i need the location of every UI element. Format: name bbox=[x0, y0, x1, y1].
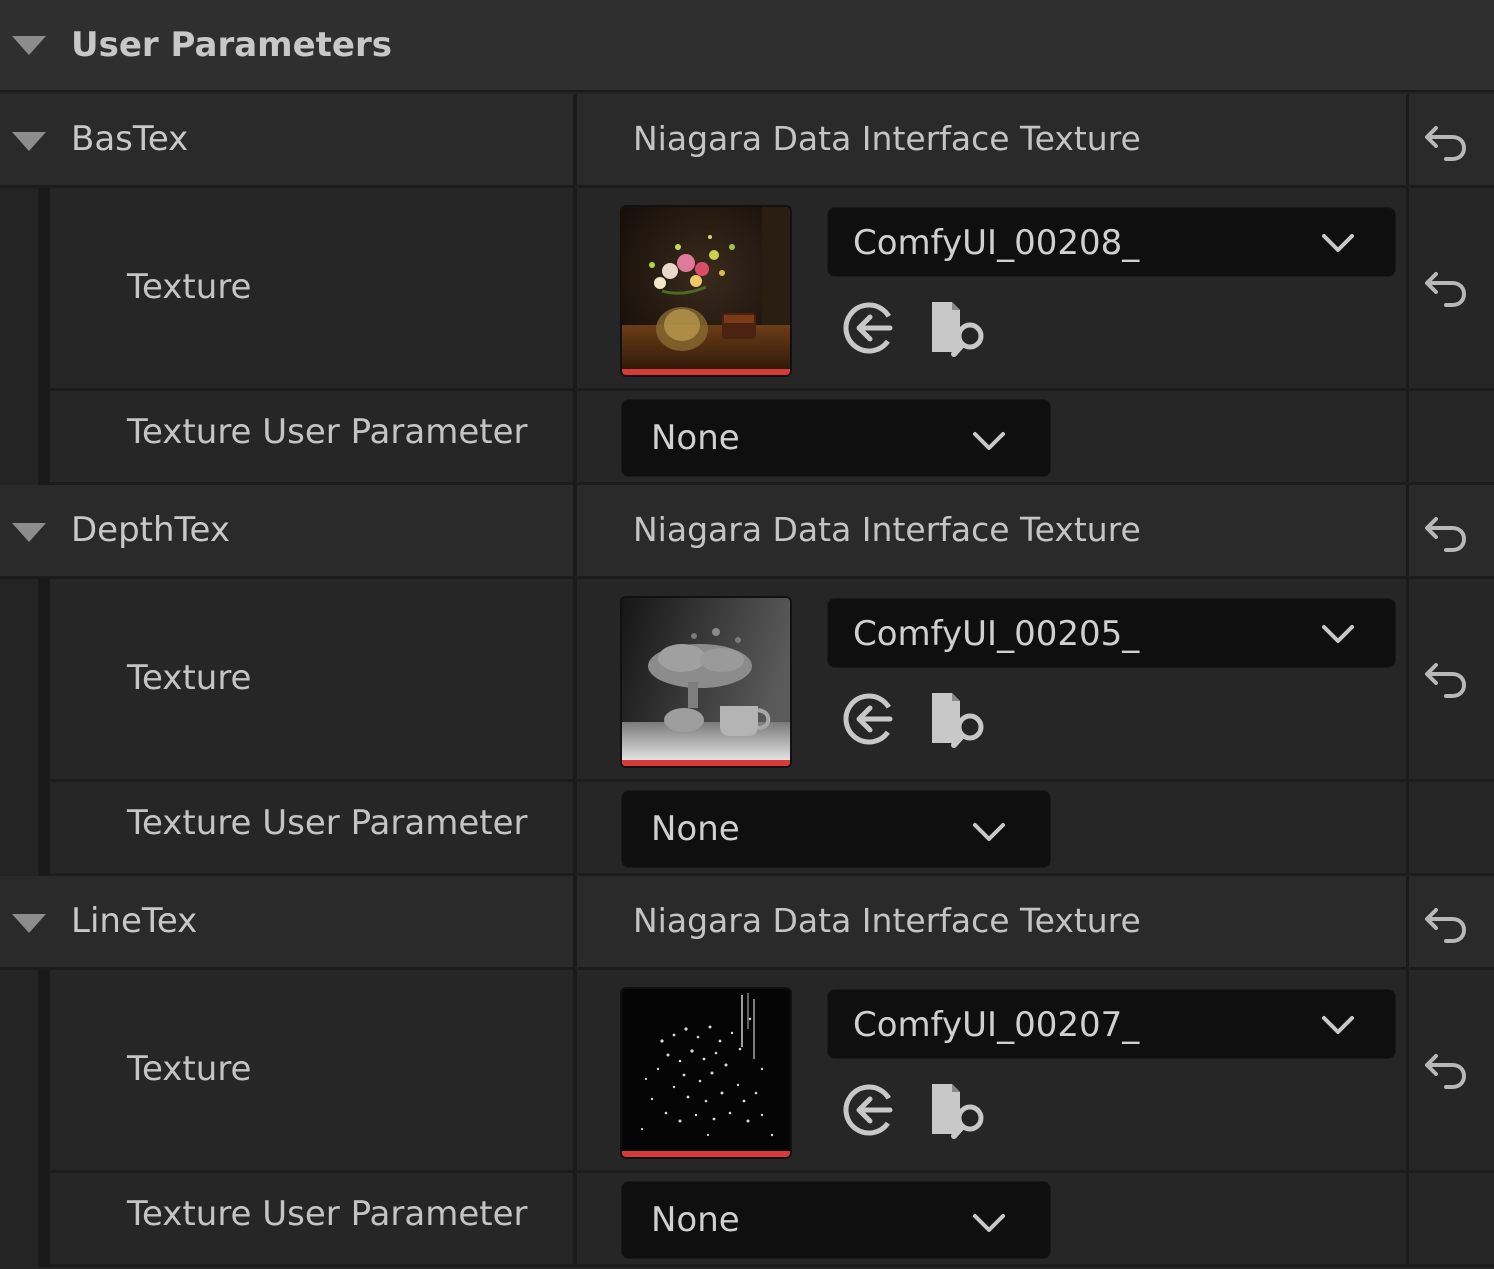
chevron-down-icon bbox=[1322, 1016, 1354, 1034]
collapse-triangle-icon[interactable] bbox=[12, 914, 46, 933]
column-divider[interactable] bbox=[573, 970, 577, 1170]
texture-asset-name: ComfyUI_00207_ bbox=[853, 1005, 1140, 1045]
chevron-down-icon bbox=[973, 432, 1005, 450]
texture-label: Texture bbox=[127, 658, 252, 698]
section-title: User Parameters bbox=[71, 25, 392, 65]
group-name: DepthTex bbox=[71, 510, 230, 550]
chevron-down-icon bbox=[973, 1214, 1005, 1232]
group-type-label: Niagara Data Interface Texture bbox=[633, 510, 1141, 549]
chevron-down-icon bbox=[1322, 625, 1354, 643]
column-divider bbox=[1406, 876, 1409, 967]
use-selected-asset-icon[interactable] bbox=[840, 690, 898, 748]
group-header-row[interactable]: DepthTex Niagara Data Interface Texture bbox=[0, 485, 1494, 579]
column-divider[interactable] bbox=[573, 579, 577, 779]
texture-user-parameter-label: Texture User Parameter bbox=[127, 412, 528, 452]
chevron-down-icon bbox=[973, 823, 1005, 841]
group-name: BasTex bbox=[71, 119, 189, 159]
indent-bar bbox=[38, 970, 50, 1267]
column-divider[interactable] bbox=[573, 94, 577, 185]
column-divider[interactable] bbox=[573, 1173, 577, 1264]
group-header-row[interactable]: LineTex Niagara Data Interface Texture bbox=[0, 876, 1494, 970]
browse-asset-icon[interactable] bbox=[928, 296, 992, 360]
column-divider bbox=[1406, 391, 1409, 482]
user-parameters-header[interactable]: User Parameters bbox=[0, 0, 1494, 92]
use-selected-asset-icon[interactable] bbox=[840, 1081, 898, 1139]
column-divider bbox=[1406, 188, 1409, 388]
param-group-depthtex: DepthTex Niagara Data Interface Texture … bbox=[0, 485, 1494, 876]
column-divider[interactable] bbox=[573, 485, 577, 576]
texture-user-parameter-label: Texture User Parameter bbox=[127, 1194, 528, 1234]
texture-label: Texture bbox=[127, 267, 252, 307]
line-art-icon bbox=[622, 989, 790, 1157]
browse-asset-icon[interactable] bbox=[928, 1078, 992, 1142]
texture-type-indicator bbox=[622, 760, 790, 766]
texture-thumbnail[interactable] bbox=[622, 989, 790, 1157]
reset-to-default-icon[interactable] bbox=[1422, 118, 1470, 166]
column-divider[interactable] bbox=[573, 391, 577, 482]
column-divider bbox=[1406, 1173, 1409, 1264]
column-divider[interactable] bbox=[573, 782, 577, 873]
column-divider bbox=[1406, 970, 1409, 1170]
chevron-down-icon bbox=[1322, 234, 1354, 252]
reset-to-default-icon[interactable] bbox=[1422, 655, 1470, 703]
texture-asset-picker[interactable]: ComfyUI_00205_ bbox=[827, 598, 1396, 668]
texture-asset-name: ComfyUI_00208_ bbox=[853, 223, 1140, 263]
column-divider bbox=[1406, 782, 1409, 873]
use-selected-asset-icon[interactable] bbox=[840, 299, 898, 357]
texture-thumbnail[interactable] bbox=[622, 207, 790, 375]
reset-to-default-icon[interactable] bbox=[1422, 509, 1470, 557]
texture-user-parameter-dropdown[interactable]: None bbox=[621, 1181, 1051, 1259]
texture-type-indicator bbox=[622, 1151, 790, 1157]
reset-to-default-icon[interactable] bbox=[1422, 1046, 1470, 1094]
reset-to-default-icon[interactable] bbox=[1422, 264, 1470, 312]
texture-user-parameter-value: None bbox=[651, 418, 740, 458]
texture-asset-picker[interactable]: ComfyUI_00208_ bbox=[827, 207, 1396, 277]
column-divider bbox=[1406, 579, 1409, 779]
texture-thumbnail[interactable] bbox=[622, 598, 790, 766]
indent-bar bbox=[38, 579, 50, 876]
texture-asset-name: ComfyUI_00205_ bbox=[853, 614, 1140, 654]
texture-user-parameter-label: Texture User Parameter bbox=[127, 803, 528, 843]
collapse-triangle-icon[interactable] bbox=[12, 132, 46, 151]
depth-map-icon bbox=[622, 598, 790, 766]
group-name: LineTex bbox=[71, 901, 198, 941]
column-divider bbox=[1406, 94, 1409, 185]
collapse-triangle-icon[interactable] bbox=[12, 36, 46, 55]
collapse-triangle-icon[interactable] bbox=[12, 523, 46, 542]
texture-user-parameter-value: None bbox=[651, 1200, 740, 1240]
group-header-row[interactable]: BasTex Niagara Data Interface Texture bbox=[0, 94, 1494, 188]
texture-type-indicator bbox=[622, 369, 790, 375]
param-group-bastex: BasTex Niagara Data Interface Texture Te… bbox=[0, 94, 1494, 485]
reset-to-default-icon[interactable] bbox=[1422, 900, 1470, 948]
group-type-label: Niagara Data Interface Texture bbox=[633, 901, 1141, 940]
column-divider[interactable] bbox=[573, 188, 577, 388]
group-type-label: Niagara Data Interface Texture bbox=[633, 119, 1141, 158]
flower-vase-photo-icon bbox=[622, 207, 790, 375]
texture-asset-picker[interactable]: ComfyUI_00207_ bbox=[827, 989, 1396, 1059]
texture-label: Texture bbox=[127, 1049, 252, 1089]
texture-user-parameter-value: None bbox=[651, 809, 740, 849]
texture-user-parameter-dropdown[interactable]: None bbox=[621, 790, 1051, 868]
param-group-linetex: LineTex Niagara Data Interface Texture T… bbox=[0, 876, 1494, 1267]
texture-user-parameter-dropdown[interactable]: None bbox=[621, 399, 1051, 477]
column-divider bbox=[1406, 485, 1409, 576]
details-panel: User Parameters BasTex Niagara Data Inte… bbox=[0, 0, 1494, 1269]
indent-bar bbox=[38, 188, 50, 485]
browse-asset-icon[interactable] bbox=[928, 687, 992, 751]
column-divider[interactable] bbox=[573, 876, 577, 967]
